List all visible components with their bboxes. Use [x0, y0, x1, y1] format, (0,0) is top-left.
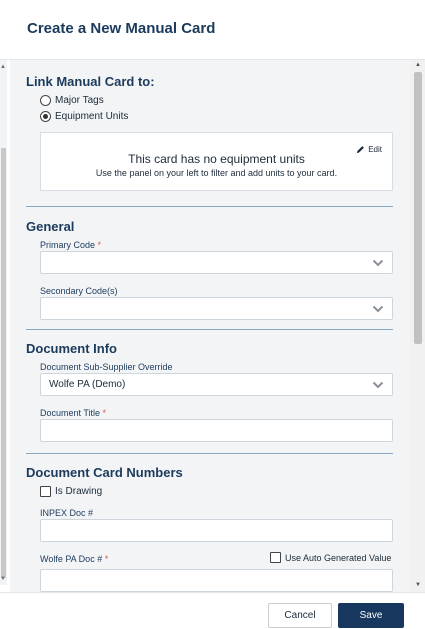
is-drawing-checkbox-row[interactable]: Is Drawing: [40, 486, 102, 497]
primary-code-label: Primary Code *: [40, 240, 102, 250]
no-units-hint: Use the panel on your left to filter and…: [95, 168, 338, 178]
form-scrollbar-thumb[interactable]: [414, 72, 422, 344]
auto-generate-checkbox[interactable]: [270, 552, 281, 563]
required-mark: *: [104, 554, 109, 564]
required-mark: *: [102, 408, 107, 418]
section-divider: [26, 206, 393, 207]
inpex-doc-input[interactable]: [40, 519, 393, 542]
radio-equipment-units[interactable]: Equipment Units: [40, 111, 128, 122]
radio-label: Equipment Units: [55, 111, 129, 122]
radio-button[interactable]: [40, 95, 51, 106]
wolfe-doc-input[interactable]: [40, 569, 393, 592]
form-content: Link Manual Card to: Major Tags Equipmen…: [10, 60, 410, 592]
auto-generate-label: Use Auto Generated Value: [285, 552, 392, 563]
card-numbers-title: Document Card Numbers: [26, 465, 183, 480]
secondary-codes-label: Secondary Code(s): [40, 286, 118, 296]
form-scrollbar[interactable]: ▲ ▼: [410, 60, 425, 592]
cancel-button[interactable]: Cancel: [268, 603, 332, 628]
general-section-title: General: [26, 219, 75, 234]
dialog-header: Create a New Manual Card: [0, 0, 425, 60]
secondary-codes-select[interactable]: [40, 297, 393, 320]
sub-supplier-label: Document Sub-Supplier Override: [40, 362, 173, 372]
save-button[interactable]: Save: [338, 603, 404, 628]
dialog-footer: Cancel Save: [0, 592, 425, 629]
no-units-message: This card has no equipment units: [128, 152, 305, 166]
chevron-down-icon: [372, 305, 384, 313]
sub-supplier-value: Wolfe PA (Demo): [49, 379, 126, 390]
auto-generate-checkbox-row[interactable]: Use Auto Generated Value: [270, 552, 391, 563]
document-info-title: Document Info: [26, 341, 117, 356]
scroll-up-arrow-icon[interactable]: ▲: [415, 62, 421, 68]
section-divider: [26, 453, 393, 454]
document-title-input[interactable]: [40, 419, 393, 442]
sub-supplier-select[interactable]: Wolfe PA (Demo): [40, 373, 393, 396]
document-title-label: Document Title *: [40, 408, 107, 418]
equipment-units-box: Edit This card has no equipment units Us…: [40, 132, 393, 191]
chevron-down-icon: [372, 381, 384, 389]
dialog-title: Create a New Manual Card: [27, 20, 216, 37]
wolfe-doc-label: Wolfe PA Doc # *: [40, 554, 109, 564]
left-scrollbar-thumb[interactable]: [1, 148, 6, 578]
is-drawing-label: Is Drawing: [55, 486, 103, 497]
radio-button[interactable]: [40, 111, 51, 122]
left-panel-scrollbar[interactable]: ▲ ▼: [0, 60, 7, 585]
scroll-down-arrow-icon[interactable]: ▼: [0, 576, 6, 582]
inpex-doc-label: INPEX Doc #: [40, 508, 94, 518]
chevron-down-icon: [372, 259, 384, 267]
radio-label: Major Tags: [55, 95, 104, 106]
link-section-title: Link Manual Card to:: [26, 74, 155, 89]
radio-major-tags[interactable]: Major Tags: [40, 95, 104, 106]
is-drawing-checkbox[interactable]: [40, 486, 51, 497]
primary-code-select[interactable]: [40, 251, 393, 274]
section-divider: [26, 329, 393, 330]
scroll-down-arrow-icon[interactable]: ▼: [415, 582, 421, 588]
scroll-up-arrow-icon[interactable]: ▲: [0, 64, 6, 70]
required-mark: *: [97, 240, 102, 250]
